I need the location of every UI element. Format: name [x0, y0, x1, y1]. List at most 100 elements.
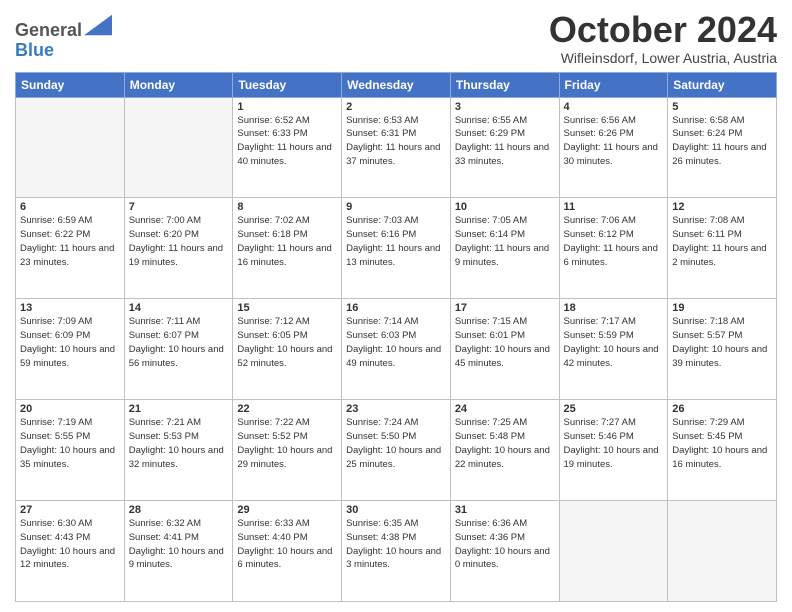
- day-info: Sunrise: 6:30 AM Sunset: 4:43 PM Dayligh…: [20, 517, 120, 572]
- day-number: 25: [564, 403, 664, 415]
- day-info: Sunrise: 7:00 AM Sunset: 6:20 PM Dayligh…: [129, 214, 229, 269]
- month-title: October 2024: [549, 10, 777, 50]
- day-number: 1: [237, 101, 337, 113]
- calendar-cell: 7Sunrise: 7:00 AM Sunset: 6:20 PM Daylig…: [124, 198, 233, 299]
- day-info: Sunrise: 7:15 AM Sunset: 6:01 PM Dayligh…: [455, 315, 555, 370]
- day-number: 18: [564, 302, 664, 314]
- location: Wifleinsdorf, Lower Austria, Austria: [549, 50, 777, 66]
- calendar-cell: [124, 97, 233, 198]
- calendar-cell: 10Sunrise: 7:05 AM Sunset: 6:14 PM Dayli…: [450, 198, 559, 299]
- day-info: Sunrise: 7:03 AM Sunset: 6:16 PM Dayligh…: [346, 214, 446, 269]
- calendar-cell: [668, 501, 777, 602]
- weekday-header-cell: Monday: [124, 72, 233, 97]
- day-info: Sunrise: 7:14 AM Sunset: 6:03 PM Dayligh…: [346, 315, 446, 370]
- day-info: Sunrise: 6:59 AM Sunset: 6:22 PM Dayligh…: [20, 214, 120, 269]
- calendar-week-row: 6Sunrise: 6:59 AM Sunset: 6:22 PM Daylig…: [16, 198, 777, 299]
- day-info: Sunrise: 6:58 AM Sunset: 6:24 PM Dayligh…: [672, 114, 772, 169]
- calendar-cell: 26Sunrise: 7:29 AM Sunset: 5:45 PM Dayli…: [668, 400, 777, 501]
- day-number: 11: [564, 201, 664, 213]
- day-info: Sunrise: 7:09 AM Sunset: 6:09 PM Dayligh…: [20, 315, 120, 370]
- page: General Blue October 2024 Wifleinsdorf, …: [0, 0, 792, 612]
- calendar-cell: 29Sunrise: 6:33 AM Sunset: 4:40 PM Dayli…: [233, 501, 342, 602]
- day-number: 5: [672, 101, 772, 113]
- day-info: Sunrise: 6:55 AM Sunset: 6:29 PM Dayligh…: [455, 114, 555, 169]
- day-info: Sunrise: 6:52 AM Sunset: 6:33 PM Dayligh…: [237, 114, 337, 169]
- day-info: Sunrise: 7:24 AM Sunset: 5:50 PM Dayligh…: [346, 416, 446, 471]
- calendar-cell: 31Sunrise: 6:36 AM Sunset: 4:36 PM Dayli…: [450, 501, 559, 602]
- day-number: 29: [237, 504, 337, 516]
- day-info: Sunrise: 7:17 AM Sunset: 5:59 PM Dayligh…: [564, 315, 664, 370]
- calendar-cell: 13Sunrise: 7:09 AM Sunset: 6:09 PM Dayli…: [16, 299, 125, 400]
- calendar-cell: 28Sunrise: 6:32 AM Sunset: 4:41 PM Dayli…: [124, 501, 233, 602]
- day-number: 13: [20, 302, 120, 314]
- day-number: 4: [564, 101, 664, 113]
- day-number: 3: [455, 101, 555, 113]
- calendar-week-row: 13Sunrise: 7:09 AM Sunset: 6:09 PM Dayli…: [16, 299, 777, 400]
- calendar-cell: 15Sunrise: 7:12 AM Sunset: 6:05 PM Dayli…: [233, 299, 342, 400]
- day-number: 10: [455, 201, 555, 213]
- weekday-header-cell: Wednesday: [342, 72, 451, 97]
- day-info: Sunrise: 7:06 AM Sunset: 6:12 PM Dayligh…: [564, 214, 664, 269]
- day-info: Sunrise: 6:53 AM Sunset: 6:31 PM Dayligh…: [346, 114, 446, 169]
- title-block: October 2024 Wifleinsdorf, Lower Austria…: [549, 10, 777, 66]
- day-info: Sunrise: 6:35 AM Sunset: 4:38 PM Dayligh…: [346, 517, 446, 572]
- day-number: 9: [346, 201, 446, 213]
- weekday-header-cell: Thursday: [450, 72, 559, 97]
- day-info: Sunrise: 7:21 AM Sunset: 5:53 PM Dayligh…: [129, 416, 229, 471]
- weekday-header-cell: Sunday: [16, 72, 125, 97]
- day-number: 22: [237, 403, 337, 415]
- day-number: 28: [129, 504, 229, 516]
- weekday-header-cell: Tuesday: [233, 72, 342, 97]
- day-info: Sunrise: 7:27 AM Sunset: 5:46 PM Dayligh…: [564, 416, 664, 471]
- logo-general: General: [15, 20, 82, 40]
- day-info: Sunrise: 7:02 AM Sunset: 6:18 PM Dayligh…: [237, 214, 337, 269]
- weekday-header-cell: Saturday: [668, 72, 777, 97]
- day-info: Sunrise: 7:05 AM Sunset: 6:14 PM Dayligh…: [455, 214, 555, 269]
- day-info: Sunrise: 7:29 AM Sunset: 5:45 PM Dayligh…: [672, 416, 772, 471]
- calendar-cell: 23Sunrise: 7:24 AM Sunset: 5:50 PM Dayli…: [342, 400, 451, 501]
- calendar-week-row: 27Sunrise: 6:30 AM Sunset: 4:43 PM Dayli…: [16, 501, 777, 602]
- day-number: 7: [129, 201, 229, 213]
- calendar-cell: 1Sunrise: 6:52 AM Sunset: 6:33 PM Daylig…: [233, 97, 342, 198]
- calendar-cell: 5Sunrise: 6:58 AM Sunset: 6:24 PM Daylig…: [668, 97, 777, 198]
- calendar-cell: 14Sunrise: 7:11 AM Sunset: 6:07 PM Dayli…: [124, 299, 233, 400]
- calendar-cell: [559, 501, 668, 602]
- day-number: 20: [20, 403, 120, 415]
- calendar-cell: 24Sunrise: 7:25 AM Sunset: 5:48 PM Dayli…: [450, 400, 559, 501]
- calendar-cell: 4Sunrise: 6:56 AM Sunset: 6:26 PM Daylig…: [559, 97, 668, 198]
- calendar-cell: 16Sunrise: 7:14 AM Sunset: 6:03 PM Dayli…: [342, 299, 451, 400]
- day-info: Sunrise: 6:56 AM Sunset: 6:26 PM Dayligh…: [564, 114, 664, 169]
- calendar-cell: 3Sunrise: 6:55 AM Sunset: 6:29 PM Daylig…: [450, 97, 559, 198]
- calendar-cell: [16, 97, 125, 198]
- day-number: 2: [346, 101, 446, 113]
- day-number: 19: [672, 302, 772, 314]
- calendar: SundayMondayTuesdayWednesdayThursdayFrid…: [15, 72, 777, 602]
- day-info: Sunrise: 7:18 AM Sunset: 5:57 PM Dayligh…: [672, 315, 772, 370]
- calendar-week-row: 1Sunrise: 6:52 AM Sunset: 6:33 PM Daylig…: [16, 97, 777, 198]
- day-number: 30: [346, 504, 446, 516]
- calendar-cell: 6Sunrise: 6:59 AM Sunset: 6:22 PM Daylig…: [16, 198, 125, 299]
- day-number: 26: [672, 403, 772, 415]
- day-number: 17: [455, 302, 555, 314]
- logo-icon: [84, 14, 112, 36]
- logo-blue: Blue: [15, 40, 54, 60]
- logo: General Blue: [15, 14, 112, 61]
- day-number: 15: [237, 302, 337, 314]
- day-number: 24: [455, 403, 555, 415]
- day-number: 21: [129, 403, 229, 415]
- calendar-cell: 11Sunrise: 7:06 AM Sunset: 6:12 PM Dayli…: [559, 198, 668, 299]
- calendar-cell: 22Sunrise: 7:22 AM Sunset: 5:52 PM Dayli…: [233, 400, 342, 501]
- calendar-cell: 9Sunrise: 7:03 AM Sunset: 6:16 PM Daylig…: [342, 198, 451, 299]
- calendar-cell: 21Sunrise: 7:21 AM Sunset: 5:53 PM Dayli…: [124, 400, 233, 501]
- day-info: Sunrise: 6:32 AM Sunset: 4:41 PM Dayligh…: [129, 517, 229, 572]
- day-number: 8: [237, 201, 337, 213]
- calendar-cell: 25Sunrise: 7:27 AM Sunset: 5:46 PM Dayli…: [559, 400, 668, 501]
- day-number: 16: [346, 302, 446, 314]
- day-info: Sunrise: 6:33 AM Sunset: 4:40 PM Dayligh…: [237, 517, 337, 572]
- day-number: 31: [455, 504, 555, 516]
- header: General Blue October 2024 Wifleinsdorf, …: [15, 10, 777, 66]
- calendar-cell: 8Sunrise: 7:02 AM Sunset: 6:18 PM Daylig…: [233, 198, 342, 299]
- day-info: Sunrise: 7:22 AM Sunset: 5:52 PM Dayligh…: [237, 416, 337, 471]
- calendar-cell: 17Sunrise: 7:15 AM Sunset: 6:01 PM Dayli…: [450, 299, 559, 400]
- calendar-cell: 20Sunrise: 7:19 AM Sunset: 5:55 PM Dayli…: [16, 400, 125, 501]
